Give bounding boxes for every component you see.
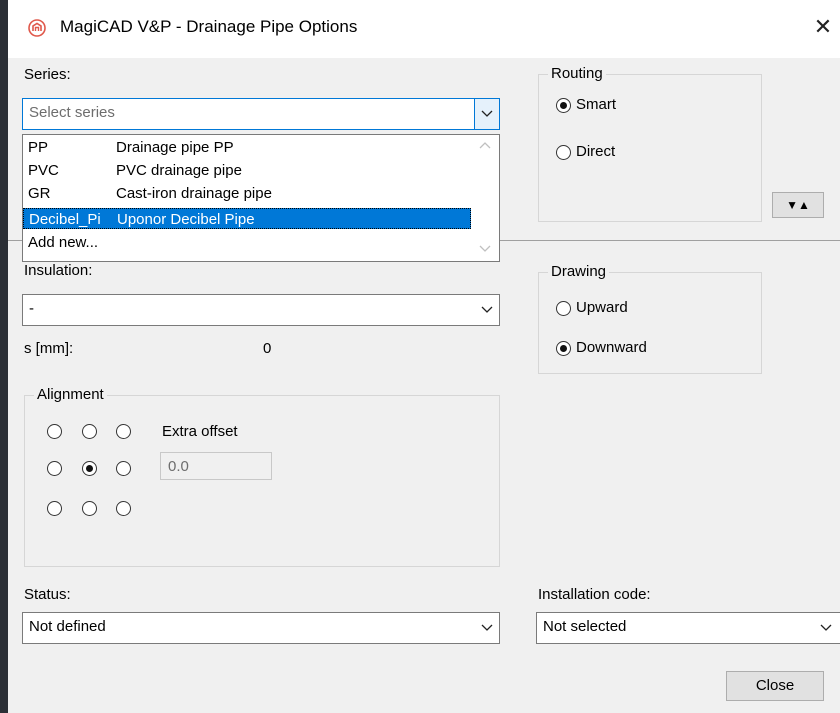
series-placeholder: Select series (29, 104, 115, 121)
routing-smart-label[interactable]: Smart (576, 96, 616, 113)
insulation-thickness-label: s [mm]: (24, 340, 74, 357)
installation-code-value: Not selected (543, 618, 627, 635)
window-title: MagiCAD V&P - Drainage Pipe Options (60, 17, 358, 36)
scroll-down-arrow-icon[interactable] (479, 245, 491, 253)
alignment-bottom-right-radio[interactable] (116, 501, 131, 516)
extra-offset-input[interactable]: 0.0 (160, 452, 272, 480)
close-window-icon[interactable]: ✕ (808, 12, 838, 42)
alignment-top-right-radio[interactable] (116, 424, 131, 439)
series-option-name: PVC drainage pipe (116, 162, 242, 179)
close-button[interactable]: Close (726, 671, 824, 701)
alignment-group (24, 395, 500, 567)
status-combobox[interactable]: Not defined (22, 612, 500, 644)
series-option-name: Uponor Decibel Pipe (117, 211, 255, 228)
series-option-pp[interactable]: PP Drainage pipe PP (23, 137, 471, 158)
routing-direct-radio[interactable] (556, 145, 571, 160)
chevron-down-icon[interactable] (475, 613, 499, 643)
extra-offset-label: Extra offset (162, 423, 238, 440)
series-dropdown-scrollbar[interactable] (471, 135, 499, 261)
series-option-code: GR (28, 185, 51, 202)
series-combobox[interactable]: Select series (22, 98, 500, 130)
magicad-logo-icon (28, 19, 46, 37)
alignment-top-left-radio[interactable] (47, 424, 62, 439)
scroll-up-arrow-icon[interactable] (479, 141, 491, 149)
alignment-middle-right-radio[interactable] (116, 461, 131, 476)
background-window-edge (0, 0, 8, 713)
drawing-group-title: Drawing (548, 263, 610, 280)
chevron-down-icon[interactable] (474, 99, 499, 129)
drawing-group (538, 272, 762, 374)
series-option-code: Decibel_Pi (29, 211, 101, 228)
drawing-upward-radio[interactable] (556, 301, 571, 316)
installation-code-label: Installation code: (538, 586, 651, 603)
insulation-combobox[interactable]: - (22, 294, 500, 326)
series-option-code: PVC (28, 162, 59, 179)
series-dropdown-list[interactable]: PP Drainage pipe PP PVC PVC drainage pip… (22, 134, 500, 262)
insulation-thickness-value: 0 (263, 340, 272, 357)
series-option-code: Add new... (28, 234, 99, 251)
series-option-pvc[interactable]: PVC PVC drainage pipe (23, 160, 471, 181)
routing-direct-label[interactable]: Direct (576, 143, 615, 160)
drawing-downward-radio[interactable] (556, 341, 571, 356)
routing-smart-radio[interactable] (556, 98, 571, 113)
alignment-middle-left-radio[interactable] (47, 461, 62, 476)
series-option-name: Cast-iron drainage pipe (116, 185, 272, 202)
drawing-upward-label[interactable]: Upward (576, 299, 628, 316)
series-option-code: PP (28, 139, 49, 156)
alignment-center-radio[interactable] (82, 461, 97, 476)
chevron-down-icon[interactable] (475, 295, 499, 325)
alignment-top-center-radio[interactable] (82, 424, 97, 439)
insulation-value: - (29, 300, 34, 317)
alignment-bottom-center-radio[interactable] (82, 501, 97, 516)
series-option-decibel[interactable]: Decibel_Pi Uponor Decibel Pipe (23, 208, 471, 229)
routing-group-title: Routing (548, 65, 606, 82)
status-label: Status: (24, 586, 71, 603)
drawing-downward-label[interactable]: Downward (576, 339, 647, 356)
routing-group (538, 74, 762, 222)
extra-offset-value: 0.0 (168, 458, 189, 475)
installation-code-combobox[interactable]: Not selected (536, 612, 840, 644)
collapse-expand-button[interactable]: ▼▲ (772, 192, 824, 218)
series-option-gr[interactable]: GR Cast-iron drainage pipe (23, 183, 471, 204)
series-option-add-new[interactable]: Add new... (23, 232, 471, 253)
series-label: Series: (24, 66, 71, 83)
alignment-group-title: Alignment (34, 386, 107, 403)
insulation-label: Insulation: (24, 262, 93, 279)
status-value: Not defined (29, 618, 106, 635)
chevron-down-icon[interactable] (814, 613, 838, 643)
alignment-bottom-left-radio[interactable] (47, 501, 62, 516)
series-option-name: Drainage pipe PP (116, 139, 234, 156)
